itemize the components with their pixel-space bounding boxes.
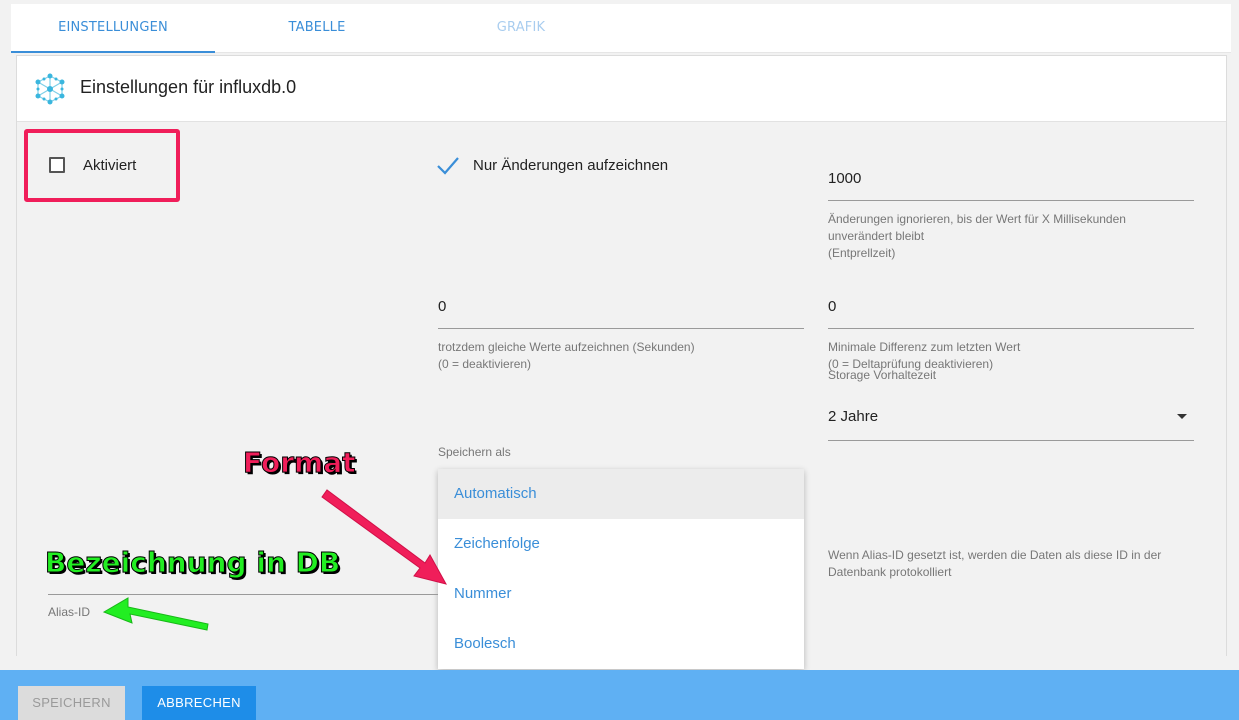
- retention-select[interactable]: 2 Jahre: [828, 408, 878, 425]
- retention-underline: [828, 440, 1194, 441]
- menu-item-automatisch[interactable]: Automatisch: [438, 469, 804, 519]
- db-name-annotation: Bezeichnung in DB: [44, 546, 341, 580]
- tab-grafik: GRAFIK: [496, 20, 546, 35]
- cancel-button[interactable]: ABBRECHEN: [142, 686, 256, 720]
- tab-einstellungen[interactable]: EINSTELLUNGEN: [11, 4, 215, 52]
- tab-bar: EINSTELLUNGEN TABELLE GRAFIK: [11, 4, 1231, 53]
- debounce-helper-line: unverändert bleibt: [828, 229, 925, 243]
- menu-item-zeichenfolge[interactable]: Zeichenfolge: [438, 519, 804, 569]
- save-button[interactable]: SPEICHERN: [18, 686, 125, 720]
- retention-label: Storage Vorhaltezeit: [828, 368, 937, 382]
- same-values-underline: [438, 328, 804, 329]
- debounce-helper: Änderungen ignorieren, bis der Wert für …: [828, 211, 1126, 262]
- enabled-label[interactable]: Aktiviert: [83, 157, 136, 174]
- min-diff-input[interactable]: 0: [828, 298, 836, 315]
- tab-active-indicator: [11, 51, 215, 53]
- only-changes-label[interactable]: Nur Änderungen aufzeichnen: [473, 157, 668, 174]
- debounce-input[interactable]: 1000: [828, 170, 861, 187]
- menu-item-nummer[interactable]: Nummer: [438, 569, 804, 619]
- alias-underline[interactable]: [48, 594, 438, 595]
- format-annotation: Format: [243, 446, 356, 480]
- same-values-input[interactable]: 0: [438, 298, 446, 315]
- checkmark-icon[interactable]: [436, 154, 460, 178]
- alias-label: Alias-ID: [48, 605, 91, 619]
- chevron-down-icon[interactable]: [1177, 414, 1187, 419]
- alias-helper-line: Datenbank protokolliert: [828, 565, 952, 579]
- min-diff-underline: [828, 328, 1194, 329]
- same-values-helper-line: trotzdem gleiche Werte aufzeichnen (Seku…: [438, 340, 695, 354]
- store-as-dropdown-menu: Automatisch Zeichenfolge Nummer Boolesch: [438, 469, 804, 669]
- same-values-helper: trotzdem gleiche Werte aufzeichnen (Seku…: [438, 339, 695, 373]
- alias-helper-line: Wenn Alias-ID gesetzt ist, werden die Da…: [828, 548, 1162, 562]
- debounce-underline: [828, 200, 1194, 201]
- min-diff-helper-line: Minimale Differenz zum letzten Wert: [828, 340, 1021, 354]
- debounce-helper-line: Änderungen ignorieren, bis der Wert für …: [828, 212, 1126, 226]
- influxdb-molecule-icon: [35, 73, 65, 105]
- store-as-label: Speichern als: [438, 445, 511, 459]
- page-title: Einstellungen für influxdb.0: [80, 77, 297, 97]
- tab-tabelle[interactable]: TABELLE: [215, 4, 419, 52]
- menu-item-boolesch[interactable]: Boolesch: [438, 619, 804, 669]
- card-header: Einstellungen für influxdb.0: [17, 56, 1226, 122]
- debounce-helper-line: (Entprellzeit): [828, 246, 896, 260]
- same-values-helper-line: (0 = deaktivieren): [438, 357, 532, 371]
- alias-helper: Wenn Alias-ID gesetzt ist, werden die Da…: [828, 547, 1161, 581]
- enabled-checkbox[interactable]: [49, 157, 65, 173]
